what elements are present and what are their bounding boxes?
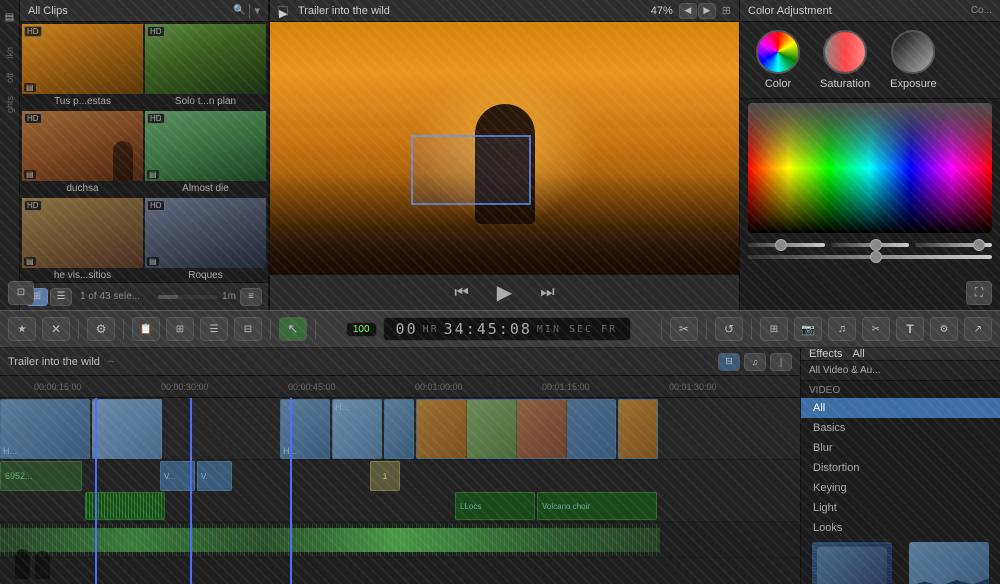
marker-1 (95, 398, 97, 584)
effects-grid: 50s TV Add Noise (801, 538, 1000, 584)
app-container: ▤ ikh off ghts All Clips 🔍 ▾ (0, 0, 1000, 584)
marker-2 (190, 398, 192, 584)
marker-3 (290, 398, 292, 584)
bottom-section: Trailer into the wild ~ ⊟ ♫ | 00:00:15:0… (0, 348, 1000, 584)
effects-panel: Effects All All Video & Au... VIDEO All … (800, 348, 1000, 584)
